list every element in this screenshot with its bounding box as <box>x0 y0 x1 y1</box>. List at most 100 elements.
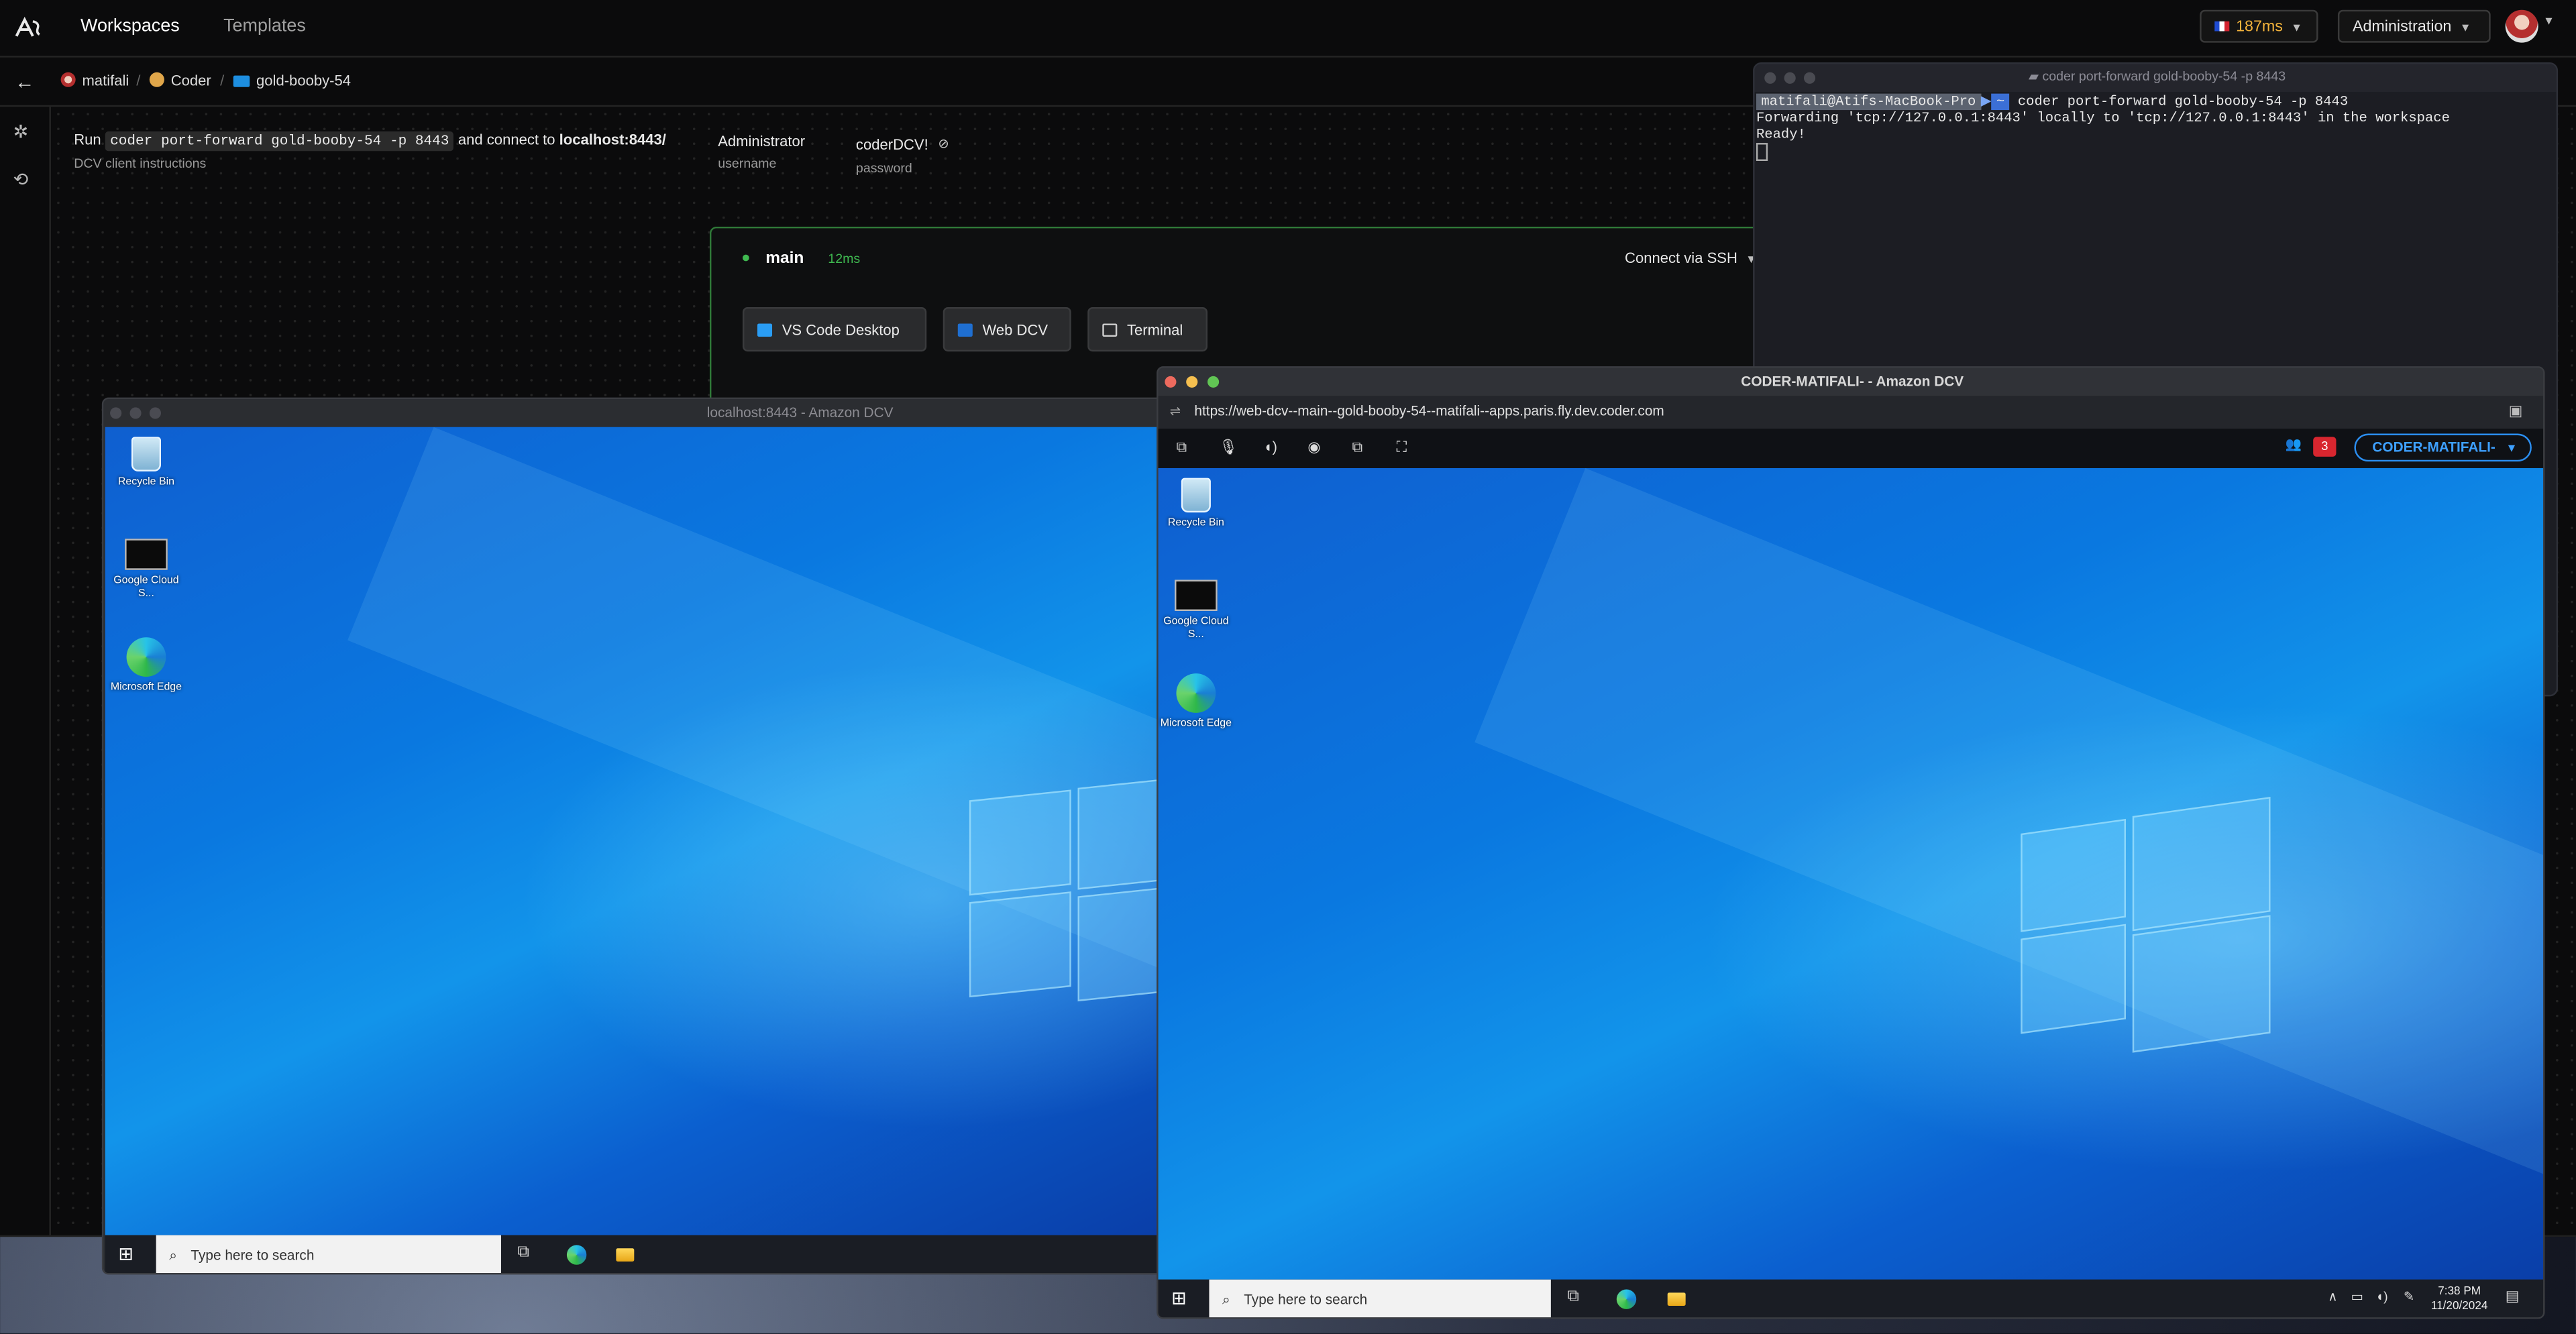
breadcrumb-template[interactable]: Coder <box>149 72 211 89</box>
notification-badge[interactable]: 3 <box>2313 437 2337 457</box>
clipboard-icon[interactable]: ▣ <box>2509 402 2523 421</box>
web-dcv-label: Web DCV <box>982 322 1049 339</box>
breadcrumb-template-label: Coder <box>170 72 211 89</box>
task-view-icon[interactable]: ⧉ <box>517 1243 529 1262</box>
collaborators-icon[interactable]: 👥 <box>2286 437 2302 451</box>
eye-off-icon[interactable]: ⊘ <box>938 136 949 151</box>
back-arrow-icon[interactable]: ← <box>15 70 34 93</box>
dcv-password[interactable]: coderDCV! <box>856 136 928 152</box>
vscode-desktop-button[interactable]: VS Code Desktop <box>742 307 927 352</box>
prompt-arrow-icon: ▶ <box>1980 93 1992 111</box>
vscode-icon <box>757 323 773 337</box>
nav-templates[interactable]: Templates <box>223 16 306 36</box>
speaker-icon[interactable]: ◖) <box>1263 439 1277 455</box>
multi-monitor-icon[interactable]: ⧉ <box>1352 439 1363 457</box>
chevron-down-icon: ▼ <box>2291 23 2303 35</box>
taskbar-clock[interactable]: 7:38 PM 11/20/2024 <box>2423 1284 2496 1314</box>
recycle-bin-icon <box>1181 478 1211 513</box>
breadcrumb-owner[interactable]: matifali <box>60 72 129 89</box>
top-navbar <box>0 0 2576 58</box>
breadcrumb-separator: / <box>220 72 225 89</box>
connect-ssh-button[interactable]: Connect via SSH ▼ <box>1625 249 1757 266</box>
folder-icon: ▰ <box>2028 68 2043 84</box>
remote-desktop[interactable]: Recycle Bin Google Cloud S... Microsoft … <box>1158 467 2544 1280</box>
nav-workspaces[interactable]: Workspaces <box>80 16 180 36</box>
task-view-icon[interactable]: ⧉ <box>1567 1288 1578 1306</box>
clipboard-sync-icon[interactable]: ⧉ <box>1176 439 1187 457</box>
dcv-address[interactable]: localhost:8443/ <box>559 131 666 148</box>
file-explorer-icon[interactable] <box>616 1248 635 1262</box>
desktop-icon-label: Microsoft Edge <box>110 681 182 693</box>
latency-value: 187ms <box>2236 17 2283 36</box>
desktop-icon-google-cloud[interactable]: Google Cloud S... <box>110 539 182 600</box>
administration-menu[interactable]: Administration ▼ <box>2337 9 2491 43</box>
terminal-icon <box>1102 323 1118 337</box>
terminal-title: ▰ coder port-forward gold-booby-54 -p 84… <box>1755 68 2557 84</box>
edge-icon <box>1176 673 1216 713</box>
desktop-icon-label: Google Cloud S... <box>1163 616 1229 640</box>
latency-selector[interactable]: 187ms ▼ <box>2200 9 2318 43</box>
search-icon: ⌕ <box>1222 1290 1230 1308</box>
user-avatar[interactable] <box>2505 9 2538 43</box>
breadcrumb-workspace[interactable]: gold-booby-54 <box>233 72 351 89</box>
history-icon[interactable]: ⟲ <box>13 169 29 190</box>
taskbar-search[interactable]: ⌕ Type here to search <box>156 1235 501 1273</box>
microphone-icon[interactable]: 🎙 <box>1219 439 1238 457</box>
edge-icon <box>126 637 166 677</box>
remote-desktop[interactable]: Recycle Bin Google Cloud S... Microsoft … <box>105 427 1165 1235</box>
desktop-icon-edge[interactable]: Microsoft Edge <box>110 637 182 693</box>
desktop-icon-recycle-bin[interactable]: Recycle Bin <box>1160 478 1232 530</box>
port-forward-command[interactable]: coder port-forward gold-booby-54 -p 8443 <box>105 131 454 152</box>
workspace-sidebar <box>0 107 51 1235</box>
dcv-toolbar <box>1158 429 2544 468</box>
web-dcv-button[interactable]: Web DCV <box>943 307 1071 352</box>
windows-logo-pane <box>969 789 1071 896</box>
site-settings-icon[interactable]: ⇌ <box>1170 404 1181 419</box>
network-icon[interactable]: ▭ <box>2351 1289 2364 1304</box>
terminal-button[interactable]: Terminal <box>1087 307 1208 352</box>
edge-taskbar-icon[interactable] <box>566 1245 587 1265</box>
webcam-icon[interactable]: ◉ <box>1307 439 1320 457</box>
windows-start-icon[interactable]: ⊞ <box>118 1243 133 1264</box>
terminal-output[interactable]: matifali@Atifs-MacBook-Pro ▶ ~ coder port-… <box>1756 93 2555 164</box>
chevron-down-icon[interactable]: ▼ <box>2543 16 2555 27</box>
desktop-icon-google-cloud[interactable]: Google Cloud S... <box>1160 579 1232 641</box>
command-prompt-icon <box>125 539 168 570</box>
show-hidden-icons-chevron[interactable]: ∧ <box>2328 1289 2337 1304</box>
dcv-client-title: localhost:8443 - Amazon DCV <box>706 404 894 421</box>
url-text[interactable]: https://web-dcv--main--gold-booby-54--ma… <box>1194 402 1664 419</box>
edge-taskbar-icon[interactable] <box>1616 1289 1637 1309</box>
windows-start-icon[interactable]: ⊞ <box>1171 1288 1187 1309</box>
web-dcv-window[interactable]: CODER-MATIFALI- - Amazon DCV ⇌ https://w… <box>1157 366 2545 1319</box>
dcv-username[interactable]: Administrator <box>718 133 805 149</box>
desktop-icon-label: Google Cloud S... <box>113 575 179 599</box>
pen-icon[interactable]: ✎ <box>2404 1289 2414 1304</box>
vscode-label: VS Code Desktop <box>782 322 900 339</box>
file-explorer-icon[interactable] <box>1667 1292 1686 1306</box>
breadcrumb-workspace-label: gold-booby-54 <box>256 72 351 89</box>
desktop-icon-label: Recycle Bin <box>117 476 174 488</box>
resources-icon[interactable]: ✲ <box>13 121 29 143</box>
terminal-prompt-dir: ~ <box>1991 93 2010 110</box>
desktop-icon-recycle-bin[interactable]: Recycle Bin <box>110 437 182 488</box>
caret-down-icon: ▼ <box>2506 443 2518 455</box>
taskbar-search[interactable]: ⌕ Type here to search <box>1209 1279 1551 1318</box>
coder-logo-icon[interactable] <box>13 15 43 41</box>
desktop-icon-label: Microsoft Edge <box>1160 718 1232 730</box>
fullscreen-icon[interactable]: ⛶ <box>1397 439 1407 457</box>
dcv-instructions: Run coder port-forward gold-booby-54 -p … <box>74 131 666 152</box>
windows-taskbar: ⊞ ⌕ Type here to search ⧉ <box>105 1235 1165 1273</box>
dcv-instructions-label: DCV client instructions <box>74 156 207 171</box>
desktop-icon-edge[interactable]: Microsoft Edge <box>1160 673 1232 730</box>
dcv-icon <box>957 323 973 337</box>
windows-logo-pane <box>1077 884 1165 1002</box>
breadcrumb-owner-label: matifali <box>82 72 129 89</box>
session-menu[interactable]: CODER-MATIFALI- ▼ <box>2354 433 2532 462</box>
clock-time: 7:38 PM <box>2438 1286 2481 1298</box>
action-center-icon[interactable]: ▤ <box>2506 1288 2520 1306</box>
volume-icon[interactable]: ◖) <box>2375 1289 2387 1304</box>
breadcrumb-separator: / <box>136 72 141 89</box>
dcv-client-window[interactable]: localhost:8443 - Amazon DCV Recycle Bin … <box>101 397 1167 1275</box>
command-prompt-icon <box>1175 579 1218 612</box>
france-flag-icon <box>2214 21 2230 32</box>
